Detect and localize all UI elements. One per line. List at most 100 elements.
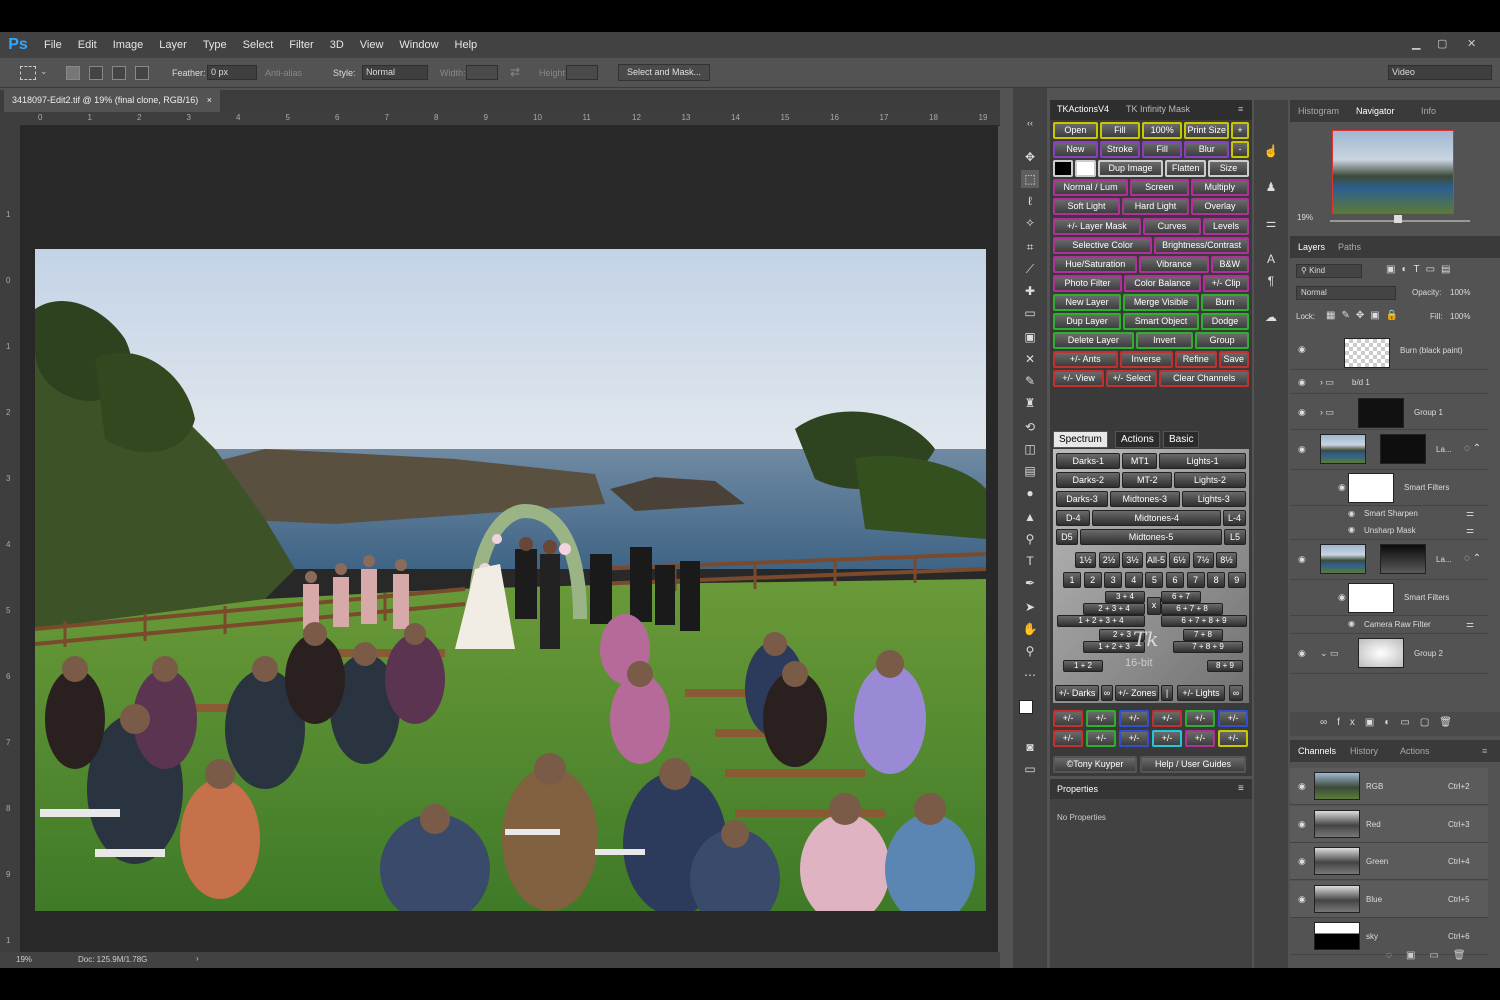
frame-tool-icon[interactable]: ▣ (1021, 328, 1039, 346)
brush-tool-icon[interactable]: ✎ (1021, 372, 1039, 390)
eye-icon[interactable]: ◉ (1348, 525, 1355, 534)
eye-icon[interactable]: ◉ (1298, 444, 1306, 455)
eye-icon[interactable]: ◉ (1298, 407, 1306, 418)
tab-paths[interactable]: Paths (1338, 242, 1361, 252)
zoom-tool-icon[interactable]: ⚲ (1021, 642, 1039, 660)
width-input[interactable] (466, 65, 498, 80)
spectrum-button[interactable]: Lights-2 (1174, 472, 1246, 488)
spectrum-button[interactable]: 1 (1063, 572, 1081, 588)
tk-action-button[interactable]: Fill (1142, 141, 1183, 159)
spectrum-button[interactable]: 6½ (1169, 552, 1190, 568)
menu-window[interactable]: Window (391, 39, 446, 51)
tk-action-button[interactable]: Fill (1099, 122, 1141, 139)
rectangular-marquee-icon[interactable]: ⬚ (1021, 170, 1039, 188)
eye-icon[interactable]: ◉ (1298, 377, 1306, 388)
layer-row[interactable]: ◉ › ▭ b/d 1 (1290, 370, 1488, 394)
tk-action-button[interactable]: Vibrance (1139, 255, 1209, 273)
menu-view[interactable]: View (352, 39, 392, 51)
spectrum-button[interactable]: 5 (1145, 572, 1164, 588)
spectrum-button[interactable]: L5 (1224, 529, 1246, 545)
channel-row[interactable]: ◉ Green Ctrl+4 (1290, 843, 1488, 880)
spectrum-button[interactable]: Lights-1 (1159, 453, 1246, 469)
tk-action-button[interactable]: Curves (1142, 217, 1202, 235)
plus-minus-button[interactable]: +/- (1218, 730, 1248, 747)
tk-action-button[interactable]: Normal / Lum (1053, 179, 1129, 197)
brush-settings-icon[interactable]: ☝ (1262, 142, 1280, 160)
tk-action-button[interactable]: +/- Ants (1053, 351, 1118, 369)
magic-wand-icon[interactable]: ✧ (1021, 214, 1039, 232)
spectrum-button[interactable]: Midtones-4 (1092, 510, 1222, 526)
eye-icon[interactable]: ◉ (1348, 509, 1355, 518)
zone-button[interactable]: 3 + 4 (1105, 591, 1145, 603)
layer-row[interactable]: ◉ › ▭ Group 1 (1290, 394, 1488, 430)
swap-icon[interactable]: ⇄ (510, 65, 520, 79)
plus-minus-button[interactable]: +/- (1152, 710, 1182, 727)
tk-action-button[interactable]: New (1053, 141, 1098, 159)
smart-filters-row[interactable]: ◉ Smart Filters (1290, 580, 1488, 616)
paragraph-icon[interactable]: ¶ (1262, 272, 1280, 290)
tab-actions[interactable]: Actions (1115, 431, 1160, 448)
tk-action-button[interactable]: Clear Channels (1159, 370, 1249, 388)
channel-row[interactable]: ◉ Red Ctrl+3 (1290, 805, 1488, 843)
channels-menu-icon[interactable]: ≡ (1482, 746, 1487, 756)
eye-icon[interactable]: ◉ (1298, 554, 1306, 565)
menu-3d[interactable]: 3D (322, 39, 352, 51)
navigator-zoom[interactable]: 19% (1297, 213, 1313, 222)
tk-action-button[interactable]: +/- Select (1106, 370, 1158, 388)
spectrum-button[interactable]: Darks-1 (1056, 453, 1121, 469)
character-icon[interactable]: A (1262, 250, 1280, 268)
spectrum-button[interactable]: 9 (1227, 572, 1246, 588)
range-button[interactable]: ∞ (1229, 685, 1243, 701)
content-aware-move-icon[interactable]: ✕ (1021, 350, 1039, 368)
collapse-tools-icon[interactable]: ‹‹ (1021, 114, 1039, 132)
zone-button[interactable]: 8 + 9 (1207, 660, 1243, 672)
intersect-selection-icon[interactable] (135, 66, 149, 80)
panel-menu-icon[interactable]: ≡ (1238, 104, 1243, 114)
layer-action-icons[interactable]: ∞fx▣◐▭▢🗑 (1320, 717, 1462, 728)
eye-icon[interactable]: ◉ (1348, 619, 1355, 628)
tk-action-button[interactable]: New Layer (1053, 293, 1121, 311)
tk-action-button[interactable]: Group (1195, 332, 1249, 350)
tk-action-button[interactable]: Color Balance (1124, 274, 1201, 292)
dodge-tool-icon[interactable]: ⚲ (1021, 530, 1039, 548)
screen-mode-icon[interactable]: ▭ (1021, 760, 1039, 778)
layer-row[interactable]: ◉ Burn (black paint) (1290, 330, 1488, 370)
layer-row[interactable]: ◉ ⌄ ▭ Group 2 (1290, 634, 1488, 674)
chevron-down-icon[interactable]: ⌄ (40, 66, 48, 77)
patch-tool-icon[interactable]: ▭ (1021, 304, 1039, 322)
smart-object-icon[interactable]: ◌ ⌃ (1464, 553, 1481, 564)
tk-action-button[interactable]: Selective Color (1053, 236, 1153, 254)
height-input[interactable] (566, 65, 598, 80)
plus-minus-button[interactable]: +/- (1218, 710, 1248, 727)
more-tools-icon[interactable]: ⋯ (1021, 666, 1039, 684)
pen-tool-icon[interactable]: ✒ (1021, 574, 1039, 592)
spectrum-button[interactable]: 1½ (1075, 552, 1096, 568)
range-button[interactable]: ∞ (1101, 685, 1113, 701)
tk-action-button[interactable]: + (1231, 122, 1249, 139)
tk-action-button[interactable]: Multiply (1190, 179, 1249, 197)
zone-button[interactable]: 6 + 7 + 8 + 9 (1161, 615, 1247, 627)
lasso-tool-icon[interactable]: ℓ (1021, 192, 1039, 210)
menu-file[interactable]: File (36, 39, 70, 51)
close-window-icon[interactable]: ✕ (1467, 37, 1476, 50)
healing-brush-icon[interactable]: ✚ (1021, 282, 1039, 300)
x-button[interactable]: x (1147, 597, 1161, 615)
spectrum-button[interactable]: 2 (1083, 572, 1102, 588)
tk-action-button[interactable]: Levels (1203, 217, 1249, 235)
black-fill-swatch[interactable] (1053, 160, 1074, 178)
tk-action-button[interactable]: Hue/Saturation (1053, 255, 1138, 273)
eye-icon[interactable]: ◉ (1298, 819, 1306, 830)
credit-button[interactable]: ©Tony Kuyper (1053, 756, 1137, 773)
clone-stamp-icon[interactable]: ♜ (1021, 394, 1039, 412)
tk-action-button[interactable]: B&W (1210, 255, 1249, 273)
spectrum-button[interactable]: D-4 (1056, 510, 1091, 526)
spectrum-button[interactable]: 3 (1104, 572, 1123, 588)
filter-row[interactable]: ◉ Unsharp Mask ⚌ (1290, 522, 1488, 540)
spectrum-button[interactable]: Midtones-5 (1079, 529, 1223, 545)
eye-icon[interactable]: ◉ (1298, 648, 1306, 659)
tk-action-button[interactable]: Print Size (1184, 122, 1230, 139)
type-tool-icon[interactable]: T (1021, 552, 1039, 570)
path-selection-icon[interactable]: ➤ (1021, 598, 1039, 616)
tk-action-button[interactable]: Overlay (1190, 198, 1249, 216)
adjustments-icon[interactable]: ⚌ (1262, 214, 1280, 232)
